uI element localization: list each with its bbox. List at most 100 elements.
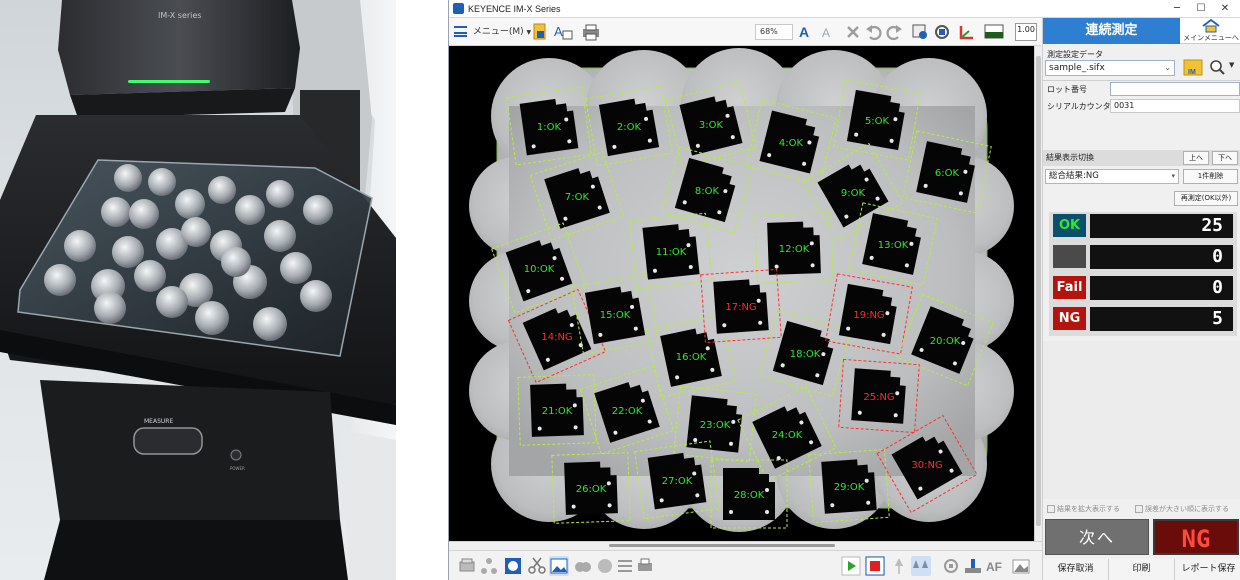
ok-count-label: OK <box>1053 214 1086 237</box>
home-icon <box>1202 19 1220 33</box>
print-button[interactable]: 印刷 <box>1109 559 1175 580</box>
part-label: 25:NG <box>863 392 894 403</box>
control-panel: 連続測定 メインメニューへ 測定設定データ sample_.sifx ⌄ IM … <box>1042 18 1240 580</box>
part-label: 15:OK <box>600 310 631 321</box>
vertical-scrollbar[interactable] <box>1034 46 1042 541</box>
overall-judgement-display: NG <box>1153 519 1239 555</box>
menu-label: メニュー(M) <box>472 27 524 37</box>
enlarge-result-checkbox[interactable]: 結果を拡大表示する <box>1047 504 1120 514</box>
part-hole <box>765 488 769 492</box>
text-enlarge-icon[interactable]: A <box>797 23 817 41</box>
part-label: 2:OK <box>617 122 642 133</box>
open-folder-icon[interactable]: IM <box>1181 56 1205 78</box>
im-x-window: KEYENCE IM-X Series ─ ☐ ✕ メニュー(M) ▼ A 68… <box>448 0 1240 580</box>
part-label: 26:OK <box>576 484 607 495</box>
list-icon[interactable] <box>615 556 635 576</box>
play-icon[interactable] <box>841 556 861 576</box>
tree-icon[interactable] <box>479 556 499 576</box>
lot-number-input[interactable] <box>1110 82 1240 96</box>
svg-text:A: A <box>554 24 563 39</box>
measure-button <box>133 427 203 455</box>
ng-count-value: 5 <box>1090 307 1233 331</box>
search-icon[interactable] <box>1208 58 1226 76</box>
multi-pin-icon[interactable] <box>911 556 931 576</box>
next-button[interactable]: 次へ <box>1045 519 1149 555</box>
serial-counter-input[interactable]: 0031 <box>1110 99 1240 113</box>
stage-icon[interactable] <box>963 556 983 576</box>
title-bar: KEYENCE IM-X Series ─ ☐ ✕ <box>449 0 1240 18</box>
part-label: 8:OK <box>695 186 720 197</box>
zoom-select[interactable]: 68% <box>755 24 793 40</box>
maximize-button[interactable]: ☐ <box>1189 2 1213 16</box>
remeasure-button[interactable]: 再測定(OK以外) <box>1174 191 1238 206</box>
save-as-icon[interactable]: A <box>553 23 575 41</box>
window-title: KEYENCE IM-X Series <box>468 4 561 14</box>
part-label: 11:OK <box>656 247 687 258</box>
print-preview-icon[interactable] <box>635 556 655 576</box>
part-label: 20:OK <box>930 336 961 347</box>
cancel-save-button[interactable]: 保存取消 <box>1043 559 1109 580</box>
settings-file-select[interactable]: sample_.sifx ⌄ <box>1045 60 1175 76</box>
scroll-thumb[interactable] <box>1036 56 1041 526</box>
scale-select[interactable]: 1.00 <box>1015 23 1037 41</box>
stack-icon[interactable] <box>457 556 477 576</box>
status-led <box>128 80 210 83</box>
part-hole <box>765 510 769 514</box>
overall-result-select[interactable]: 総合結果:NG ▾ <box>1045 169 1179 184</box>
hamburger-icon <box>454 26 467 37</box>
part-label: 7:OK <box>565 192 590 203</box>
pin-icon[interactable] <box>889 556 909 576</box>
scissors-icon[interactable] <box>527 556 547 576</box>
instrument-photo: IM-X series MEASURE POWER <box>0 0 396 580</box>
open-file-icon[interactable] <box>531 23 549 41</box>
result-area <box>1043 341 1240 499</box>
auto-adjust-icon[interactable] <box>941 556 961 576</box>
image-icon[interactable] <box>549 556 569 576</box>
delete-icon[interactable] <box>845 23 861 41</box>
view-toolbar: AF <box>449 550 1042 580</box>
part-label: 9:OK <box>841 188 866 199</box>
undo-icon[interactable] <box>865 23 883 41</box>
app-icon <box>453 3 464 14</box>
autofocus-icon[interactable]: AF <box>985 556 1005 576</box>
coordinate-icon[interactable] <box>957 23 977 41</box>
color-image-icon[interactable] <box>503 556 523 576</box>
down-button[interactable]: 下へ <box>1212 151 1238 165</box>
sort-deviation-checkbox[interactable]: 誤差が大きい順に表示する <box>1135 504 1229 514</box>
horizontal-scrollbar[interactable] <box>449 541 1042 550</box>
model-label: IM-X series <box>158 11 201 20</box>
tab-continuous-measure[interactable]: 連続測定 <box>1043 18 1180 44</box>
main-toolbar: メニュー(M) ▼ A 68% A A 1.00 <box>449 18 1041 46</box>
measure-settings-icon[interactable] <box>911 23 929 41</box>
ng-count-label: NG <box>1053 307 1086 330</box>
up-button[interactable]: 上へ <box>1183 151 1209 165</box>
delete-one-button[interactable]: 1件削除 <box>1183 169 1238 184</box>
layers-icon[interactable] <box>595 556 615 576</box>
rotate-icon[interactable] <box>933 23 951 41</box>
main-menu-label: メインメニューへ <box>1183 34 1239 42</box>
sort-deviation-label: 誤差が大きい順に表示する <box>1145 505 1229 513</box>
part-label: 29:OK <box>834 482 865 493</box>
part-label: 5:OK <box>865 116 890 127</box>
scroll-thumb-h[interactable] <box>609 544 835 547</box>
part-label: 14:NG <box>541 332 572 343</box>
display-mode-icon[interactable] <box>983 23 1007 41</box>
close-button[interactable]: ✕ <box>1213 2 1237 16</box>
text-shrink-icon[interactable]: A <box>819 23 839 41</box>
divider <box>1043 80 1240 81</box>
chevron-down-icon[interactable]: ▼ <box>1229 61 1234 69</box>
cloud-icon[interactable] <box>573 556 593 576</box>
part-label: 10:OK <box>524 264 555 275</box>
stop-icon[interactable] <box>865 556 885 576</box>
report-save-button[interactable]: レポート保存 <box>1175 559 1240 580</box>
menu-button[interactable]: メニュー(M) ▼ <box>454 23 531 41</box>
svg-text:AF: AF <box>986 560 1002 574</box>
serial-counter-label: シリアルカウンタ <box>1047 102 1111 111</box>
lot-number-label: ロット番号 <box>1047 85 1087 94</box>
redo-icon[interactable] <box>885 23 903 41</box>
minimize-button[interactable]: ─ <box>1165 2 1189 16</box>
main-menu-button[interactable]: メインメニューへ <box>1180 18 1240 44</box>
landscape-icon[interactable] <box>1011 556 1031 576</box>
printer-icon[interactable] <box>581 23 603 41</box>
measurement-view[interactable]: 1:OK 2:OK 3:OK 4:OK 5:OK 6:OK 7:OK 8:OK 9:OK 10:O… <box>449 46 1034 541</box>
